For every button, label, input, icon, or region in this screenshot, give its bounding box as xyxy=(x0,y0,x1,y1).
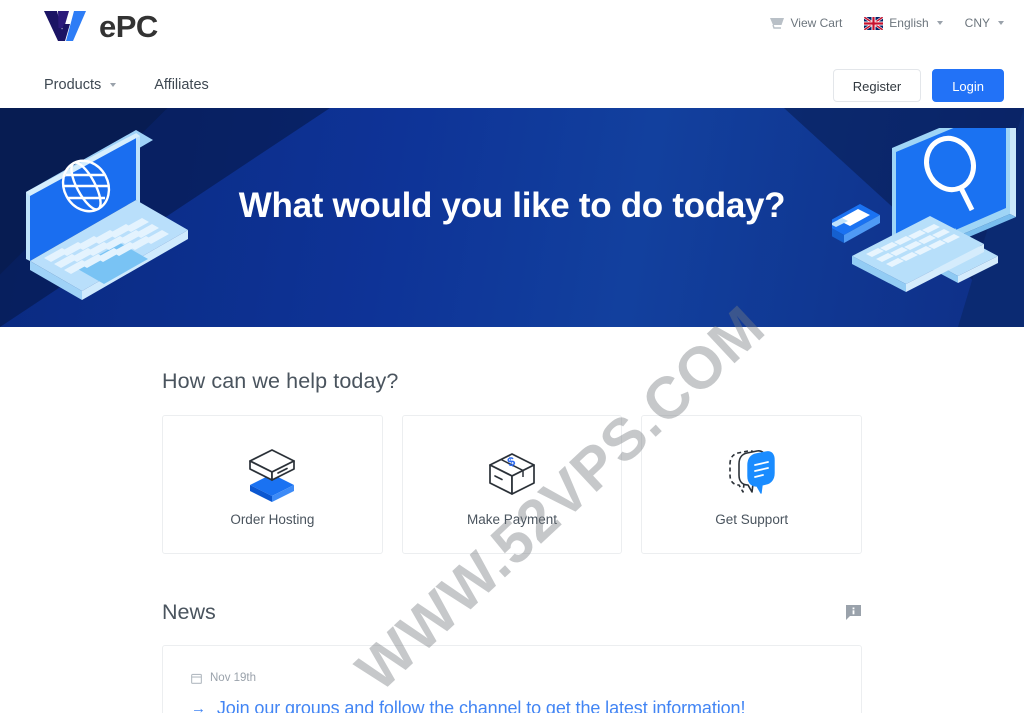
logo-text: ePC xyxy=(99,8,158,44)
utility-nav: View Cart English CNY xyxy=(769,16,1004,30)
chevron-down-icon xyxy=(110,83,117,87)
content-container: How can we help today? Order Hosting $ M… xyxy=(162,327,863,713)
main-nav: Products Affiliates Register Login xyxy=(0,62,1024,108)
login-button[interactable]: Login xyxy=(932,68,1004,102)
nav-item-affiliates-label: Affiliates xyxy=(154,77,209,93)
news-headline-link[interactable]: → Join our groups and follow the channel… xyxy=(191,698,833,713)
chevron-down-icon xyxy=(998,21,1004,25)
view-cart-label: View Cart xyxy=(790,16,843,30)
card-order-hosting[interactable]: Order Hosting xyxy=(162,415,383,554)
nav-item-products-label: Products xyxy=(44,77,102,93)
nav-item-products[interactable]: Products xyxy=(44,77,117,93)
calendar-icon xyxy=(191,673,202,684)
language-selector[interactable]: English xyxy=(864,16,943,30)
language-label: English xyxy=(889,16,929,30)
news-date-label: Nov 19th xyxy=(210,672,257,684)
package-dollar-icon: $ xyxy=(482,442,542,504)
news-header: News xyxy=(162,554,862,645)
auth-buttons: Register Login xyxy=(832,68,1004,102)
card-order-hosting-label: Order Hosting xyxy=(230,512,315,527)
nav-item-affiliates[interactable]: Affiliates xyxy=(154,77,209,93)
news-section-title: News xyxy=(162,600,216,624)
hero-banner: What would you like to do today? xyxy=(0,108,1024,327)
register-button[interactable]: Register xyxy=(832,68,922,102)
chat-bubbles-icon xyxy=(722,442,782,504)
news-card: Nov 19th → Join our groups and follow th… xyxy=(162,645,862,713)
news-list-item: Nov 19th → Join our groups and follow th… xyxy=(191,672,833,713)
currency-label: CNY xyxy=(964,16,990,30)
quick-action-cards: Order Hosting $ Make Payment Get Support xyxy=(162,415,863,554)
announcement-icon[interactable] xyxy=(845,604,862,621)
help-section-title: How can we help today? xyxy=(162,369,399,393)
card-get-support[interactable]: Get Support xyxy=(641,415,863,554)
arrow-right-icon: → xyxy=(191,700,206,713)
stacked-box-icon xyxy=(242,442,302,504)
chevron-down-icon xyxy=(936,21,943,25)
currency-selector[interactable]: CNY xyxy=(965,16,1004,30)
cart-icon xyxy=(769,17,784,29)
site-logo[interactable]: ePC xyxy=(44,6,158,46)
news-headline-text: Join our groups and follow the channel t… xyxy=(216,698,746,713)
hero-title: What would you like to do today? xyxy=(238,186,786,225)
isometric-desktop-search-icon xyxy=(824,108,1022,327)
card-get-support-label: Get Support xyxy=(715,512,789,527)
card-make-payment-label: Make Payment xyxy=(466,512,558,527)
nav-links: Products Affiliates xyxy=(44,77,209,93)
view-cart-link[interactable]: View Cart xyxy=(769,16,843,30)
news-date: Nov 19th xyxy=(191,672,833,684)
card-make-payment[interactable]: $ Make Payment xyxy=(401,415,623,554)
uk-flag-icon xyxy=(864,16,884,30)
site-header: ePC View Cart English CNY Products Affil… xyxy=(0,0,1024,108)
w-logo-icon xyxy=(44,11,86,41)
main-content: How can we help today? Order Hosting $ M… xyxy=(0,293,1024,713)
